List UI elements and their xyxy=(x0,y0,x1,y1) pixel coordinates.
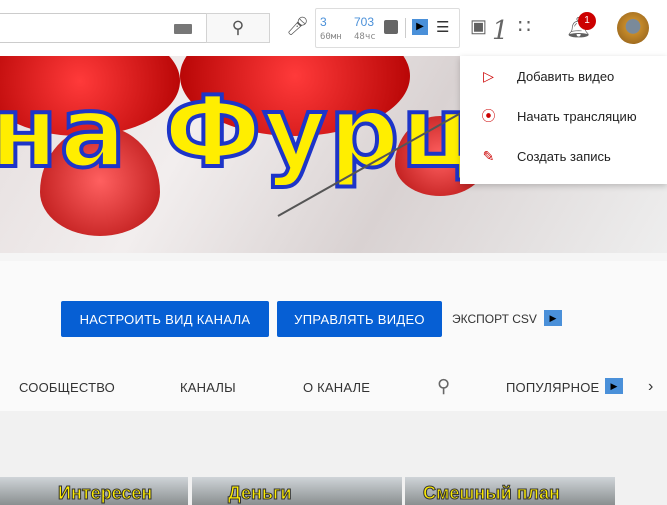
upload-video-icon: ▷ xyxy=(483,67,494,84)
top-bar: ⚲ 🎤︎ 3 60мн 703 48чс ▶ ☰ ▣ 1 ∷ 🔔︎ 1 xyxy=(0,0,667,56)
export-csv-link[interactable]: ЭКСПОРТ CSV xyxy=(452,312,537,326)
create-post-icon: ✎ xyxy=(482,147,495,164)
keyboard-icon[interactable] xyxy=(174,24,192,34)
menu-item-label: Создать запись xyxy=(517,148,611,164)
customize-channel-button[interactable]: НАСТРОИТЬ ВИД КАНАЛА xyxy=(61,301,269,337)
video-thumbnail[interactable]: Смешный план xyxy=(405,477,615,505)
menu-item-label: Добавить видео xyxy=(517,68,615,84)
stats-icon[interactable] xyxy=(384,20,398,34)
menu-item-create-post[interactable]: ✎ Создать запись xyxy=(460,136,667,176)
stat-label: 60мн xyxy=(320,32,342,42)
extension-play-icon[interactable]: ▶ xyxy=(412,19,428,35)
chevron-right-icon[interactable]: › xyxy=(648,378,654,396)
menu-icon[interactable]: ☰ xyxy=(436,18,449,36)
video-thumbnail[interactable]: Интересен xyxy=(0,477,188,505)
search-icon: ⚲ xyxy=(231,18,245,37)
divider xyxy=(0,253,667,261)
stat-value: 3 xyxy=(320,15,327,29)
extension-panel: 3 60мн 703 48чс ▶ ☰ xyxy=(315,8,460,48)
video-thumbnail[interactable]: Деньги xyxy=(192,477,402,505)
tab-community[interactable]: СООБЩЕСТВО xyxy=(19,380,115,395)
manage-videos-button[interactable]: УПРАВЛЯТЬ ВИДЕО xyxy=(277,301,442,337)
thumbnail-text: Интересен xyxy=(57,483,153,504)
create-video-icon[interactable]: ▣ xyxy=(470,16,487,37)
tab-popular[interactable]: ПОПУЛЯРНОЕ xyxy=(506,380,599,395)
microphone-icon[interactable]: 🎤︎ xyxy=(286,16,309,37)
extension-play-icon[interactable]: ▶ xyxy=(605,378,623,394)
tab-channels[interactable]: КАНАЛЫ xyxy=(180,380,236,395)
menu-item-upload-video[interactable]: ▷ Добавить видео xyxy=(460,56,667,96)
stat-value: 703 xyxy=(354,15,375,29)
menu-item-go-live[interactable]: ⦿ Начать трансляцию xyxy=(460,96,667,136)
search-button[interactable]: ⚲ xyxy=(206,13,270,43)
live-icon: ⦿ xyxy=(481,108,496,124)
apps-icon[interactable]: ∷ xyxy=(518,14,531,39)
thumbnail-text: Деньги xyxy=(228,483,293,504)
handwritten-annotation: 1 xyxy=(492,16,509,46)
extension-play-icon[interactable]: ▶ xyxy=(544,310,562,326)
search-icon[interactable]: ⚲ xyxy=(437,376,450,397)
avatar[interactable] xyxy=(617,12,649,44)
menu-item-label: Начать трансляцию xyxy=(517,108,637,124)
notification-badge: 1 xyxy=(578,12,596,30)
thumbnail-text: Смешный план xyxy=(423,483,561,504)
tab-about[interactable]: О КАНАЛЕ xyxy=(303,380,370,395)
create-menu: ▷ Добавить видео ⦿ Начать трансляцию ✎ Созд… xyxy=(460,56,667,184)
stat-label: 48чс xyxy=(354,32,376,42)
divider xyxy=(405,18,406,38)
